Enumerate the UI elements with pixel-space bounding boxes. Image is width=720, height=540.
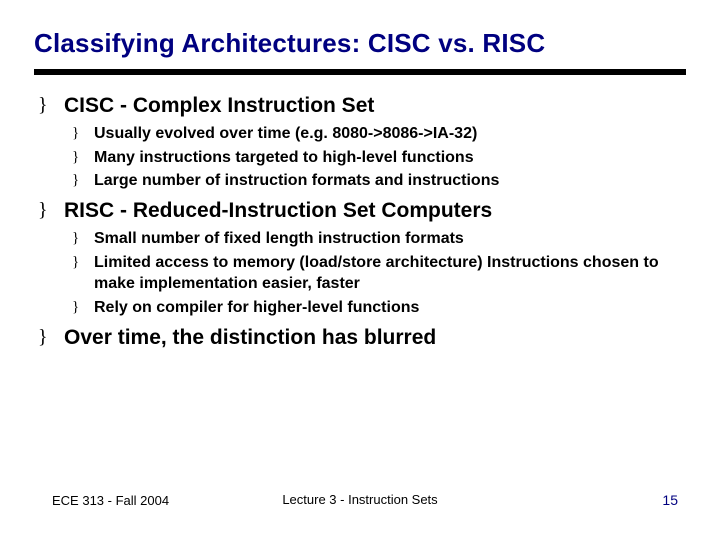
sub-item: Limited access to memory (load/store arc… [72,252,686,295]
sub-item: Small number of fixed length instruction… [72,228,686,250]
bullet-risc: RISC - Reduced-Instruction Set Computers [38,198,686,224]
sub-item: Usually evolved over time (e.g. 8080->80… [72,123,686,145]
slide: Classifying Architectures: CISC vs. RISC… [0,0,720,351]
sub-list-risc: Small number of fixed length instruction… [38,228,686,318]
sub-item: Rely on compiler for higher-level functi… [72,297,686,319]
sub-list-cisc: Usually evolved over time (e.g. 8080->80… [38,123,686,192]
bullet-blur: Over time, the distinction has blurred [38,325,686,351]
sub-item: Large number of instruction formats and … [72,170,686,192]
bullet-list: CISC - Complex Instruction Set Usually e… [34,93,686,351]
bullet-cisc: CISC - Complex Instruction Set [38,93,686,119]
footer-page-number: 15 [662,492,678,508]
title-rule [34,69,686,75]
sub-item: Many instructions targeted to high-level… [72,147,686,169]
footer-left: ECE 313 - Fall 2004 [52,493,169,508]
footer-center: Lecture 3 - Instruction Sets [282,492,437,507]
footer: ECE 313 - Fall 2004 Lecture 3 - Instruct… [0,492,720,508]
slide-title: Classifying Architectures: CISC vs. RISC [34,28,686,59]
